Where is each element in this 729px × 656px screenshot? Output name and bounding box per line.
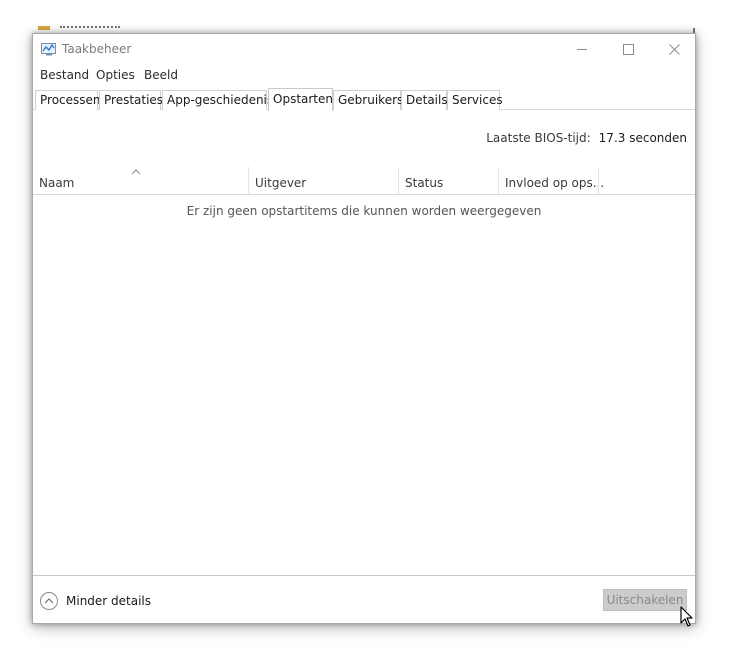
less-details-button[interactable]: Minder details bbox=[40, 590, 151, 612]
column-status[interactable]: Status bbox=[399, 167, 498, 194]
bios-time: Laatste BIOS-tijd: 17.3 seconden bbox=[486, 131, 687, 145]
menu-beeld[interactable]: Beeld bbox=[144, 68, 178, 82]
close-button[interactable] bbox=[651, 34, 697, 64]
disable-button[interactable]: Uitschakelen bbox=[603, 589, 687, 611]
menu-bar: Bestand Opties Beeld bbox=[33, 65, 695, 85]
bios-time-value: 17.3 seconden bbox=[598, 131, 687, 145]
tab-details[interactable]: Details bbox=[401, 90, 448, 110]
background-window-fragment bbox=[38, 22, 128, 30]
empty-list-message: Er zijn geen opstartitems die kunnen wor… bbox=[186, 204, 542, 218]
footer-bar: Minder details Uitschakelen bbox=[33, 575, 695, 623]
bios-time-label: Laatste BIOS-tijd: bbox=[486, 131, 591, 145]
tab-prestaties[interactable]: Prestaties bbox=[99, 90, 163, 110]
tab-processen[interactable]: Processen bbox=[35, 90, 101, 110]
menu-opties[interactable]: Opties bbox=[96, 68, 135, 82]
task-manager-icon bbox=[41, 42, 57, 56]
window-title: Taakbeheer bbox=[62, 42, 132, 56]
title-bar[interactable]: Taakbeheer bbox=[33, 34, 695, 64]
column-naam[interactable]: Naam bbox=[33, 167, 248, 194]
minimize-button[interactable] bbox=[559, 34, 605, 64]
tab-opstarten[interactable]: Opstarten bbox=[268, 88, 333, 111]
chevron-up-circle-icon bbox=[40, 592, 58, 610]
minimize-icon bbox=[576, 48, 587, 50]
maximize-icon bbox=[622, 43, 634, 55]
desktop-background: Taakbeheer Bestand Opties Beeld Processe… bbox=[0, 0, 729, 656]
menu-bestand[interactable]: Bestand bbox=[40, 68, 89, 82]
column-separator[interactable] bbox=[598, 167, 599, 194]
column-uitgever[interactable]: Uitgever bbox=[249, 167, 398, 194]
task-manager-window: Taakbeheer Bestand Opties Beeld Processe… bbox=[32, 33, 696, 624]
tab-gebruikers[interactable]: Gebruikers bbox=[333, 90, 403, 110]
column-invloed[interactable]: Invloed op ops... bbox=[499, 167, 604, 194]
tab-app-geschiedenis[interactable]: App-geschiedenis bbox=[162, 90, 273, 110]
column-header: Naam Uitgever Status Invloed op ops... bbox=[33, 167, 695, 195]
tab-strip: Processen Prestaties App-geschiedenis Op… bbox=[33, 88, 695, 111]
less-details-label: Minder details bbox=[66, 594, 152, 608]
close-icon bbox=[668, 43, 680, 55]
mouse-pointer-icon bbox=[680, 606, 693, 627]
tab-services[interactable]: Services bbox=[447, 90, 503, 110]
maximize-button[interactable] bbox=[605, 34, 651, 64]
